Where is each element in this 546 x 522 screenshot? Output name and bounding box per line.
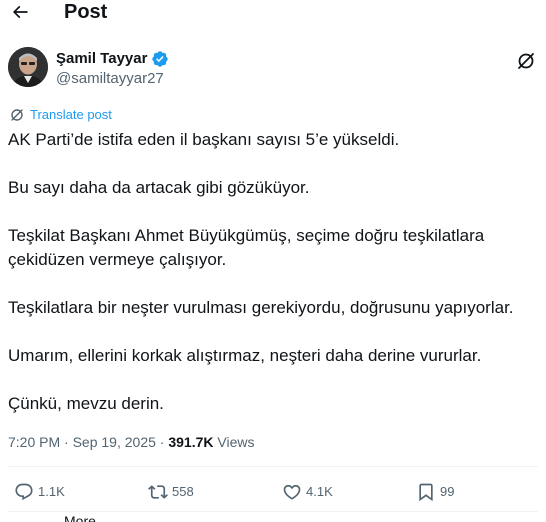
heart-icon (283, 484, 301, 500)
views-count: 391.7K (168, 434, 214, 450)
reply-button[interactable]: 1.1K (14, 482, 65, 502)
page-title: Post (64, 1, 108, 23)
like-button[interactable]: 4.1K (282, 482, 333, 502)
post-paragraph: Bu sayı daha da artacak gibi gözüküyor. (8, 178, 310, 197)
repost-count: 558 (172, 484, 194, 499)
meta-separator: · (64, 434, 69, 450)
post-paragraph: AK Parti’de istifa eden il başkanı sayıs… (8, 130, 400, 149)
translate-post-link[interactable]: Translate post (10, 106, 112, 124)
reply-icon (15, 483, 33, 501)
avatar[interactable] (8, 47, 48, 87)
translate-post-label: Translate post (30, 107, 112, 122)
views-label: Views (217, 434, 255, 450)
post-paragraph: Umarım, ellerini korkak alıştırmaz, neşt… (8, 346, 482, 365)
post-paragraph: Teşkilatlara bir neşter vurulması gereki… (8, 298, 514, 317)
divider (8, 466, 538, 467)
repost-icon (148, 485, 168, 499)
grok-icon (518, 53, 534, 69)
repost-button[interactable]: 558 (148, 482, 194, 502)
reply-count: 1.1K (38, 484, 65, 499)
back-button[interactable] (8, 0, 32, 24)
handle[interactable]: @samiltayyar27 (56, 69, 164, 89)
post-text: AK Parti’de istifa eden il başkanı sayıs… (8, 128, 538, 416)
translate-icon (11, 109, 23, 121)
reply-row-partial: More (64, 512, 96, 522)
post-header: Post (0, 0, 546, 26)
post-paragraph: Teşkilat Başkanı Ahmet Büyükgümüş, seçim… (8, 226, 485, 269)
bookmark-button[interactable]: 99 (416, 482, 454, 502)
bookmark-icon (419, 483, 433, 502)
avatar-image (8, 47, 48, 87)
verified-badge-icon[interactable] (151, 50, 169, 68)
more-label[interactable]: More (64, 513, 96, 522)
action-bar: 1.1K 558 4.1K 99 (0, 482, 546, 506)
author-block: Şamil Tayyar @samiltayyar27 (8, 47, 546, 91)
bookmark-count: 99 (440, 484, 455, 499)
post-date[interactable]: Sep 19, 2025 (73, 434, 156, 450)
arrow-left-icon (12, 5, 28, 19)
post-time[interactable]: 7:20 PM (8, 434, 60, 450)
meta-separator: · (159, 434, 165, 450)
name-row: Şamil Tayyar (56, 49, 169, 69)
grok-button[interactable] (516, 51, 536, 71)
post-meta: 7:20 PM · Sep 19, 2025 · 391.7K Views (8, 432, 254, 452)
display-name[interactable]: Şamil Tayyar (56, 49, 147, 69)
post-paragraph: Çünkü, mevzu derin. (8, 394, 164, 413)
like-count: 4.1K (306, 484, 333, 499)
